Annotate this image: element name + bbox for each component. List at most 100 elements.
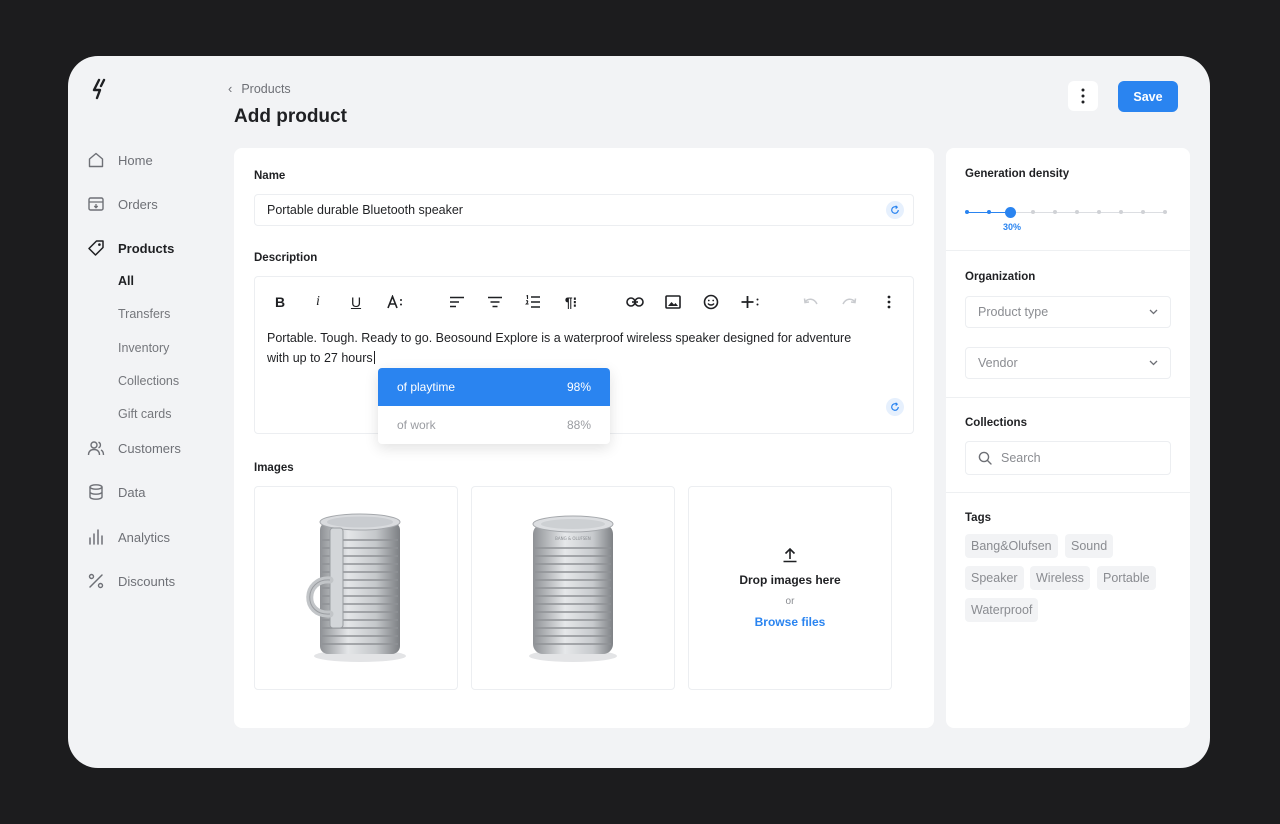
sidebar-subitem-transfers[interactable]: Transfers [118,307,170,321]
align-center-button[interactable] [484,291,506,313]
more-options-button[interactable] [1068,81,1098,111]
tag-chip[interactable]: Portable [1097,566,1156,590]
logo-icon [92,78,106,100]
sidebar-item-customers[interactable]: Customers [86,436,181,460]
suggestion-score: 88% [566,418,591,432]
breadcrumb[interactable]: ‹ Products [228,81,291,96]
refresh-icon [891,402,899,411]
redo-icon [842,298,857,305]
insert-link-button[interactable] [624,291,646,313]
name-value: Portable durable Bluetooth speaker [267,203,463,217]
numbered-list-button[interactable] [522,291,544,313]
sidebar-subitem-collections[interactable]: Collections [118,374,179,388]
align-left-button[interactable] [446,291,468,313]
chevron-down-icon [1149,309,1158,315]
sidebar-item-products[interactable]: Products [86,236,174,260]
organization-label: Organization [965,271,1036,283]
breadcrumb-link[interactable]: Products [241,82,290,96]
insert-image-button[interactable] [662,291,684,313]
more-vertical-icon [1081,88,1085,104]
drop-title: Drop images here [739,573,841,587]
suggestion-item[interactable]: of work 88% [378,406,610,444]
collections-search-input[interactable]: Search [965,441,1171,475]
suggestion-text: of playtime [397,380,456,394]
slider-step [1053,210,1057,214]
text-size-icon [387,295,402,309]
browse-files-link[interactable]: Browse files [755,615,826,629]
name-label: Name [254,170,286,182]
save-button[interactable]: Save [1118,81,1178,112]
slider-step [1141,210,1145,214]
italic-button[interactable]: i [307,291,329,313]
slider-step [1075,210,1079,214]
description-text[interactable]: Portable. Tough. Ready to go. Beosound E… [267,329,887,368]
density-slider[interactable] [965,204,1169,224]
chevron-down-icon [1149,360,1158,366]
tag-chip[interactable]: Sound [1065,534,1114,558]
database-icon [86,482,106,502]
sidebar-subitem-inventory[interactable]: Inventory [118,341,169,355]
users-icon [86,438,106,458]
align-left-icon [450,296,464,308]
slider-step [1031,210,1035,214]
sidebar-item-discounts[interactable]: Discounts [86,569,175,593]
description-label: Description [254,252,318,264]
underline-button[interactable]: U [345,291,367,313]
regenerate-description-button[interactable] [886,398,904,416]
tag-chip[interactable]: Waterproof [965,598,1039,622]
slider-step [1097,210,1101,214]
sidebar-item-label: Home [118,152,153,168]
insert-emoji-button[interactable] [700,291,722,313]
sidebar-item-data[interactable]: Data [86,480,145,504]
font-size-button[interactable] [383,291,409,313]
sidebar-item-label: Data [118,484,146,500]
sidebar-item-analytics[interactable]: Analytics [86,525,170,549]
align-center-icon [488,296,502,308]
text-caret [373,350,375,364]
sidebar-subitem-all[interactable]: All [118,274,134,288]
editor-more-button[interactable] [878,291,900,313]
speaker-with-strap-image [306,513,406,662]
vendor-placeholder: Vendor [978,356,1018,370]
undo-icon [803,298,818,305]
tag-chip[interactable]: Speaker [965,566,1024,590]
chevron-left-icon: ‹ [228,81,233,96]
tag-chip[interactable]: Wireless [1030,566,1090,590]
product-type-select[interactable]: Product type [965,296,1171,328]
product-image-2[interactable]: BANG & OLUFSEN [471,486,675,690]
search-placeholder: Search [1001,451,1041,465]
emoji-icon [703,294,719,310]
suggestion-item[interactable]: of playtime 98% [378,368,610,406]
divider [946,492,1190,493]
percent-icon [86,571,106,591]
product-image-1[interactable] [254,486,458,690]
product-type-placeholder: Product type [978,305,1049,319]
link-icon [626,297,644,307]
image-drop-zone[interactable]: Drop images here or Browse files [688,486,892,690]
refresh-icon [891,205,899,214]
insert-more-button[interactable] [738,291,764,313]
sidebar-item-orders[interactable]: Orders [86,192,158,216]
redo-button[interactable] [838,291,860,313]
density-label: Generation density [965,168,1070,180]
images-label: Images [254,462,294,474]
paragraph-button[interactable]: ¶⁝ [560,291,582,313]
slider-step [1163,210,1167,214]
bold-button[interactable]: B [269,291,291,313]
sidebar-item-home[interactable]: Home [86,148,153,172]
sidebar-subitem-gift-cards[interactable]: Gift cards [118,407,172,421]
tag-icon [86,238,106,258]
settings-panel: Generation density 30% Organization Prod… [946,148,1190,728]
tags-label: Tags [965,512,991,524]
vendor-select[interactable]: Vendor [965,347,1171,379]
name-input[interactable]: Portable durable Bluetooth speaker [254,194,914,226]
tag-chip[interactable]: Bang&Olufsen [965,534,1058,558]
speaker-brand-text: BANG & OLUFSEN [555,536,591,541]
slider-thumb[interactable] [1005,207,1016,218]
sidebar-item-label: Products [118,240,175,256]
regenerate-name-button[interactable] [886,201,904,219]
slider-step [965,210,969,214]
undo-button[interactable] [800,291,822,313]
slider-step [1119,210,1123,214]
divider [946,397,1190,398]
